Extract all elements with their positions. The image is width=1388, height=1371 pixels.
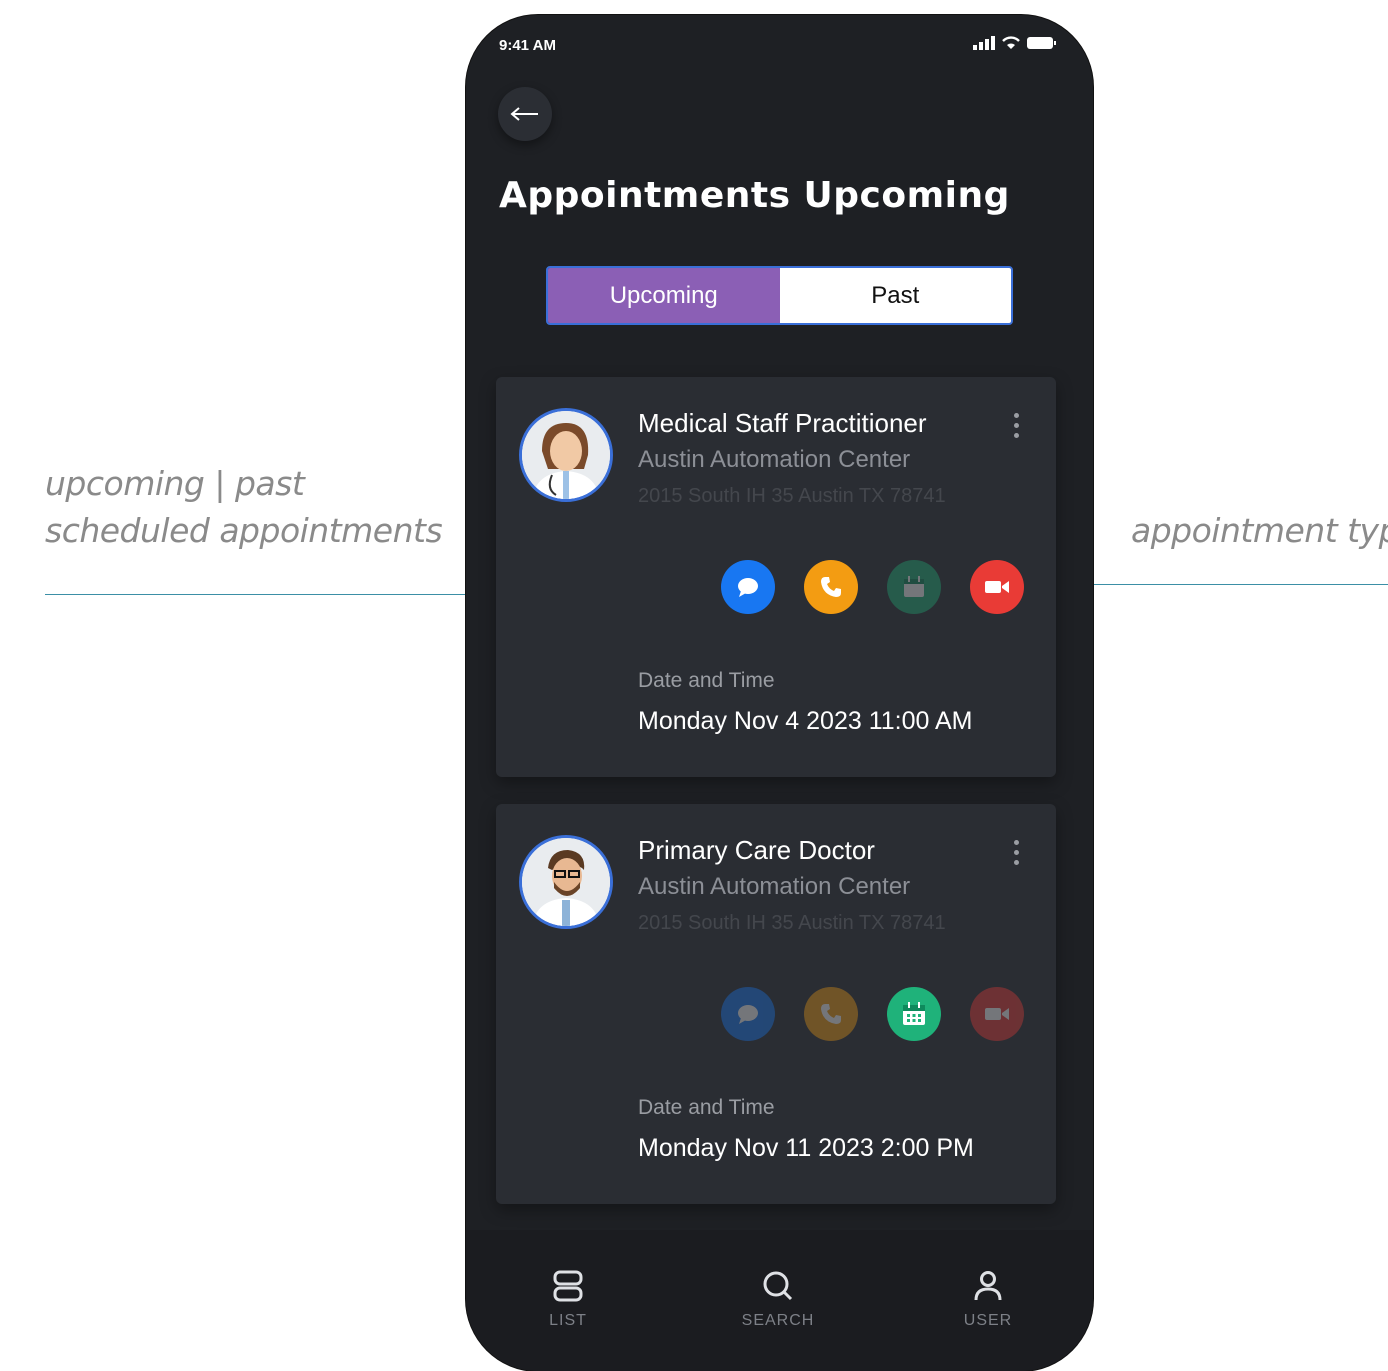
back-button[interactable] (498, 87, 552, 141)
status-time: 9:41 AM (499, 37, 556, 54)
battery-icon (1027, 36, 1056, 49)
chat-bubble-icon (738, 578, 758, 597)
in-person-button[interactable] (887, 987, 941, 1041)
annotation-leader-left (45, 594, 478, 595)
annotation-appointment-type: appointment type (1131, 511, 1388, 550)
bottom-navigation: LIST SEARCH USER (466, 1230, 1093, 1371)
video-camera-icon (985, 1008, 1009, 1020)
user-icon (974, 1271, 1002, 1301)
date-time-value: Monday Nov 11 2023 2:00 PM (638, 1134, 974, 1162)
video-button[interactable] (970, 987, 1024, 1041)
provider-address: 2015 South IH 35 Austin TX 78741 (638, 912, 946, 934)
upcoming-past-toggle: Upcoming Past (546, 266, 1013, 325)
message-button[interactable] (721, 987, 775, 1041)
appointment-type-buttons (721, 987, 1024, 1041)
provider-address: 2015 South IH 35 Austin TX 78741 (638, 485, 946, 507)
provider-organization: Austin Automation Center (638, 446, 911, 473)
appointment-card[interactable]: Primary Care Doctor Austin Automation Ce… (496, 804, 1056, 1204)
male-doctor-avatar-icon (522, 838, 610, 926)
provider-title: Medical Staff Practitioner (638, 408, 927, 438)
search-icon (763, 1271, 793, 1301)
nav-search[interactable]: SEARCH (718, 1270, 838, 1330)
appointment-type-buttons (721, 560, 1024, 614)
nav-search-label: SEARCH (741, 1312, 815, 1329)
more-options-icon[interactable] (1014, 840, 1019, 865)
nav-list[interactable]: LIST (508, 1270, 628, 1330)
date-time-label: Date and Time (638, 1096, 775, 1119)
phone-icon (821, 577, 841, 597)
more-options-icon[interactable] (1014, 413, 1019, 438)
status-icons (973, 35, 1057, 50)
provider-title: Primary Care Doctor (638, 835, 875, 865)
phone-screen: 9:41 AM Appointments Upcoming Upcoming P… (466, 15, 1093, 1371)
nav-user-label: USER (963, 1312, 1013, 1329)
back-arrow-icon (510, 107, 538, 121)
avatar (519, 835, 613, 929)
signal-icon (973, 35, 995, 50)
page-title: Appointments Upcoming (499, 175, 1010, 216)
nav-list-label: LIST (549, 1312, 587, 1329)
video-camera-icon (985, 581, 1009, 593)
annotation-line-2: scheduled appointments (45, 511, 443, 550)
avatar (519, 408, 613, 502)
video-button[interactable] (970, 560, 1024, 614)
in-person-button[interactable] (887, 560, 941, 614)
annotation-upcoming-past: upcoming | past scheduled appointments (45, 460, 443, 554)
provider-organization: Austin Automation Center (638, 873, 911, 900)
tab-past[interactable]: Past (779, 268, 1011, 323)
appointment-card[interactable]: Medical Staff Practitioner Austin Automa… (496, 377, 1056, 777)
wifi-icon (1002, 36, 1020, 49)
date-time-value: Monday Nov 4 2023 11:00 AM (638, 707, 973, 735)
call-button[interactable] (804, 987, 858, 1041)
calendar-icon (903, 1002, 925, 1025)
list-icon (553, 1270, 583, 1302)
calendar-icon (904, 576, 924, 597)
chat-bubble-icon (738, 1005, 758, 1024)
tab-upcoming[interactable]: Upcoming (548, 268, 780, 323)
phone-icon (821, 1004, 841, 1024)
annotation-line-1: upcoming | past (45, 464, 305, 503)
date-time-label: Date and Time (638, 669, 775, 692)
message-button[interactable] (721, 560, 775, 614)
female-doctor-avatar-icon (522, 411, 610, 499)
nav-user[interactable]: USER (928, 1270, 1048, 1330)
call-button[interactable] (804, 560, 858, 614)
